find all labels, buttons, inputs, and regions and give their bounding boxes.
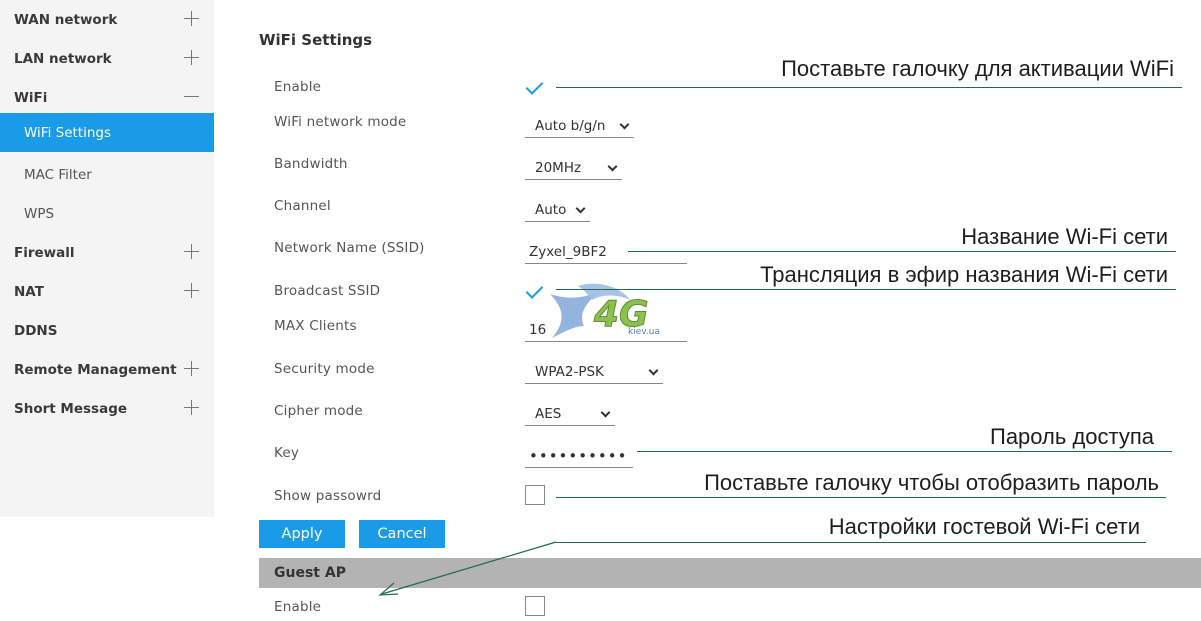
sidebar-item-ddns[interactable]: DDNS [0,311,214,350]
sidebar-item-label: DDNS [14,322,58,339]
annotation-line-broadcast [556,289,1176,290]
show-password-checkbox[interactable] [525,485,545,505]
channel-label: Channel [274,198,331,214]
enable-label: Enable [274,79,322,95]
enable-checkbox-checked-icon[interactable] [526,80,546,96]
annotation-line-key [637,451,1172,452]
ssid-input[interactable]: Zyxel_9BF2 [525,240,687,264]
cipher-mode-select[interactable]: AES [525,402,615,426]
annotation-arrow-guest [378,541,557,596]
bandwidth-label: Bandwidth [274,156,348,172]
sidebar-item-wan-network[interactable]: WAN network [0,0,214,39]
key-value: •••••••••• [529,446,628,465]
chevron-down-icon [600,407,611,418]
sidebar-item-lan-network[interactable]: LAN network [0,39,214,78]
key-label: Key [274,445,300,461]
logo-subtext: kiev.ua [628,327,660,337]
chevron-down-icon [575,203,586,214]
annotation-line-guest [556,542,1146,543]
bandwidth-select[interactable]: 20MHz [525,156,622,180]
plus-icon[interactable] [184,361,199,376]
sidebar-item-wifi-settings[interactable]: WiFi Settings [0,113,214,152]
security-mode-value: WPA2-PSK [535,363,604,380]
plus-icon[interactable] [184,50,199,65]
annotation-line-show-password [556,497,1166,498]
sidebar-item-label: Remote Management [14,361,177,378]
sidebar-item-firewall[interactable]: Firewall [0,233,214,272]
cipher-mode-value: AES [535,405,562,422]
minus-icon[interactable] [184,89,199,104]
chevron-down-icon [619,119,630,130]
sidebar-item-label: WPS [24,205,55,222]
show-password-label: Show passowrd [274,488,382,504]
page-title: WiFi Settings [259,31,373,49]
max-clients-label: MAX Clients [274,318,357,334]
apply-button[interactable]: Apply [259,520,345,548]
plus-icon[interactable] [184,283,199,298]
plus-icon[interactable] [184,11,199,26]
cipher-mode-label: Cipher mode [274,403,363,419]
sidebar-item-label: WiFi Settings [24,124,111,141]
security-mode-label: Security mode [274,361,375,377]
channel-select[interactable]: Auto [525,198,590,222]
annotation-line-enable [556,87,1182,88]
sidebar-item-label: NAT [14,283,44,300]
guest-ap-title: Guest AP [274,565,346,581]
sidebar-item-remote-management[interactable]: Remote Management [0,350,214,389]
annotation-key: Пароль доступа [990,424,1154,449]
broadcast-ssid-label: Broadcast SSID [274,283,381,299]
sidebar: WAN network LAN network WiFi WiFi Settin… [0,0,214,517]
channel-value: Auto [535,201,567,218]
annotation-show-password: Поставьте галочку чтобы отобразить парол… [704,470,1159,495]
wifi-mode-select[interactable]: Auto b/g/n [525,114,634,138]
sidebar-item-label: Firewall [14,244,75,261]
guest-enable-label: Enable [274,599,322,615]
key-input[interactable]: •••••••••• [525,444,633,468]
sidebar-item-label: LAN network [14,50,112,67]
wifi-mode-value: Auto b/g/n [535,117,606,134]
sidebar-item-label: WAN network [14,11,118,28]
plus-icon[interactable] [184,244,199,259]
plus-icon[interactable] [184,400,199,415]
annotation-guest: Настройки гостевой Wi-Fi сети [828,514,1140,539]
annotation-ssid: Название Wi-Fi сети [961,224,1168,249]
sidebar-item-mac-filter[interactable]: MAC Filter [0,155,214,194]
chevron-down-icon [648,365,659,376]
annotation-line-ssid [628,251,1176,252]
sidebar-item-nat[interactable]: NAT [0,272,214,311]
sidebar-item-wifi[interactable]: WiFi [0,78,214,117]
sidebar-item-label: Short Message [14,400,128,417]
bandwidth-value: 20MHz [535,159,582,176]
ssid-label: Network Name (SSID) [274,240,425,256]
sidebar-item-short-message[interactable]: Short Message [0,389,214,428]
logo-swoosh [550,292,598,338]
4g-kiev-logo: 4G kiev.ua [550,283,660,338]
sidebar-item-label: MAC Filter [24,166,92,183]
sidebar-item-label: WiFi [14,89,48,106]
wifi-mode-label: WiFi network mode [274,114,407,130]
broadcast-ssid-checkbox-checked-icon[interactable] [526,284,546,300]
max-clients-value: 16 [529,321,547,338]
ssid-value: Zyxel_9BF2 [529,243,607,260]
annotation-broadcast: Трансляция в эфир названия Wi-Fi сети [760,262,1168,287]
security-mode-select[interactable]: WPA2-PSK [525,360,663,384]
sidebar-item-wps[interactable]: WPS [0,194,214,233]
annotation-enable: Поставьте галочку для активации WiFi [781,56,1174,81]
chevron-down-icon [607,161,618,172]
